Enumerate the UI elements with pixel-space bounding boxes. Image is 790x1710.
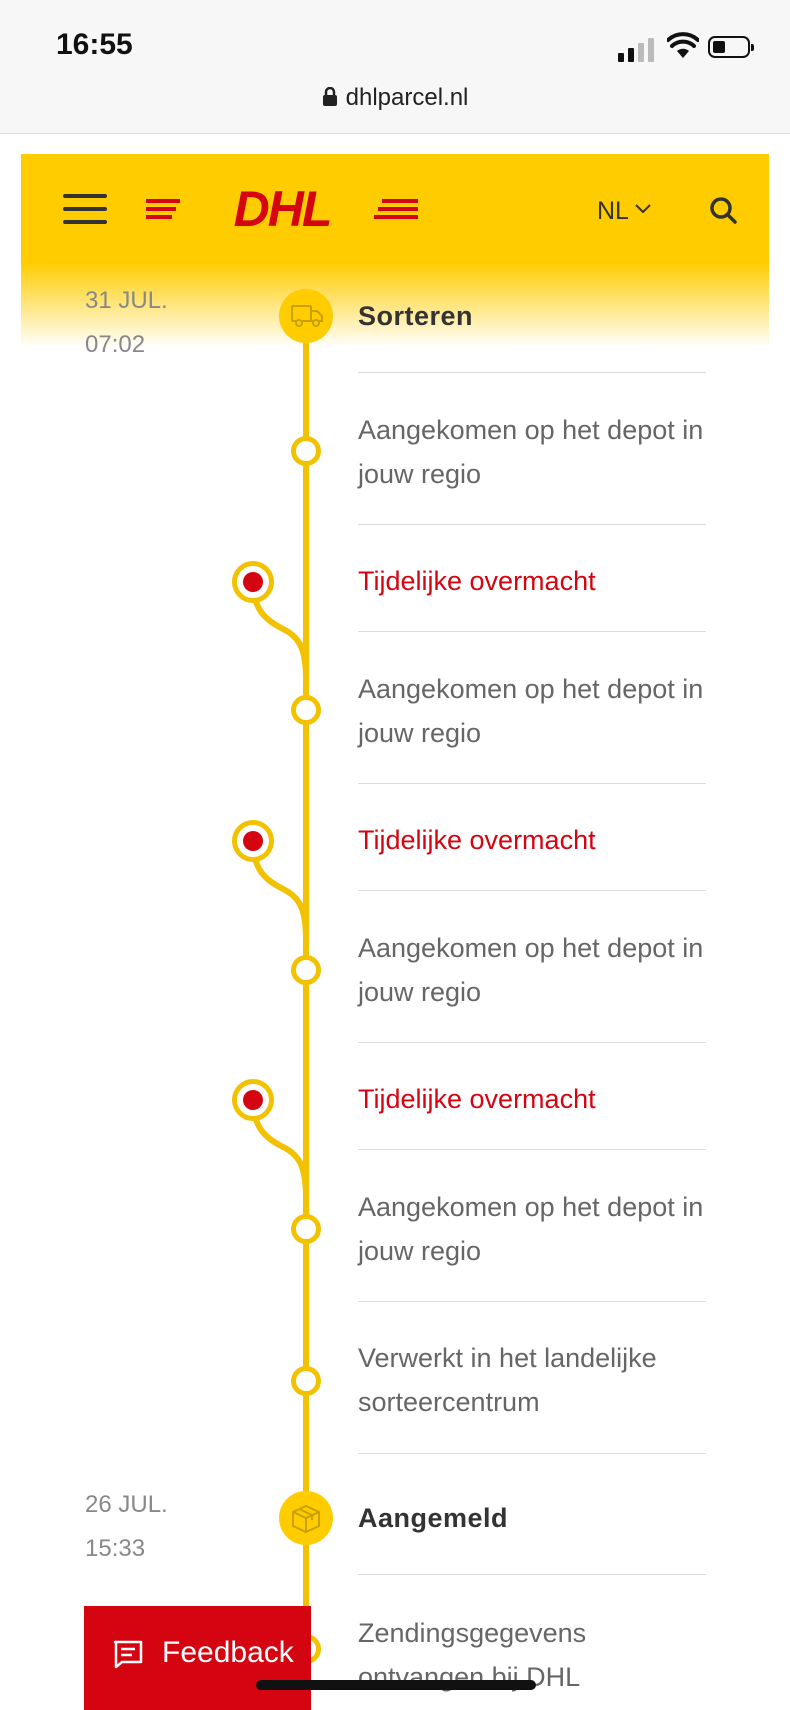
- dhl-logo[interactable]: DHL: [146, 184, 418, 234]
- address-bar[interactable]: dhlparcel.nl: [0, 84, 790, 112]
- timeline-node: [291, 695, 321, 725]
- timeline-event: Verwerkt in het landelijke sorteercentru…: [358, 1343, 657, 1417]
- timeline-date: 31 JUL. 07:02: [85, 287, 168, 358]
- cellular-signal-icon: [618, 36, 658, 62]
- timeline-node: [291, 955, 321, 985]
- timeline-event-warning: Tijdelijke overmacht: [358, 825, 596, 855]
- divider: [358, 1149, 706, 1150]
- warning-pin: [232, 561, 274, 603]
- divider: [358, 631, 706, 632]
- timeline-node: [291, 1366, 321, 1396]
- timeline-main-node: [279, 1491, 333, 1545]
- timeline-node: [291, 1214, 321, 1244]
- url-text: dhlparcel.nl: [345, 84, 469, 111]
- timeline-event: Aangekomen op het depot in jouw regio: [358, 1192, 704, 1266]
- language-label: NL: [597, 197, 629, 225]
- lock-icon: [322, 87, 337, 106]
- warning-pin: [232, 1079, 274, 1121]
- status-time: 16:55: [56, 28, 133, 61]
- divider: [358, 372, 706, 373]
- feedback-button[interactable]: Feedback: [84, 1606, 311, 1710]
- timeline-date: 26 JUL. 15:33: [85, 1491, 168, 1562]
- package-icon: [292, 1504, 320, 1534]
- timeline-event: Aangekomen op het depot in jouw regio: [358, 674, 704, 748]
- warning-pin: [232, 820, 274, 862]
- site-header: DHL NL: [21, 154, 769, 264]
- home-indicator[interactable]: [256, 1680, 536, 1690]
- divider: [358, 783, 706, 784]
- timeline-main-node: [279, 289, 333, 343]
- language-selector[interactable]: NL: [597, 197, 651, 226]
- divider: [358, 1453, 706, 1454]
- truck-icon: [291, 305, 323, 327]
- logo-text: DHL: [234, 184, 331, 234]
- timeline-node: [291, 436, 321, 466]
- timeline-event: Aangekomen op het depot in jouw regio: [358, 415, 704, 489]
- search-icon[interactable]: [709, 196, 737, 224]
- divider: [358, 890, 706, 891]
- divider: [358, 1574, 706, 1575]
- feedback-label: Feedback: [162, 1636, 294, 1669]
- battery-icon: [708, 36, 754, 58]
- feedback-icon: [113, 1640, 143, 1669]
- timeline-status-aangemeld: Aangemeld: [358, 1503, 509, 1533]
- menu-icon[interactable]: [63, 194, 107, 224]
- timeline-event-warning: Tijdelijke overmacht: [358, 1084, 596, 1114]
- timeline-event: Aangekomen op het depot in jouw regio: [358, 933, 704, 1007]
- divider: [358, 1042, 706, 1043]
- browser-status-bar: 16:55 dhlparcel.nl: [0, 0, 790, 134]
- divider: [358, 524, 706, 525]
- chevron-down-icon: [635, 204, 651, 214]
- timeline-event-warning: Tijdelijke overmacht: [358, 566, 596, 596]
- wifi-icon: [667, 32, 699, 58]
- divider: [358, 1301, 706, 1302]
- timeline-status-sorteren: Sorteren: [358, 301, 474, 331]
